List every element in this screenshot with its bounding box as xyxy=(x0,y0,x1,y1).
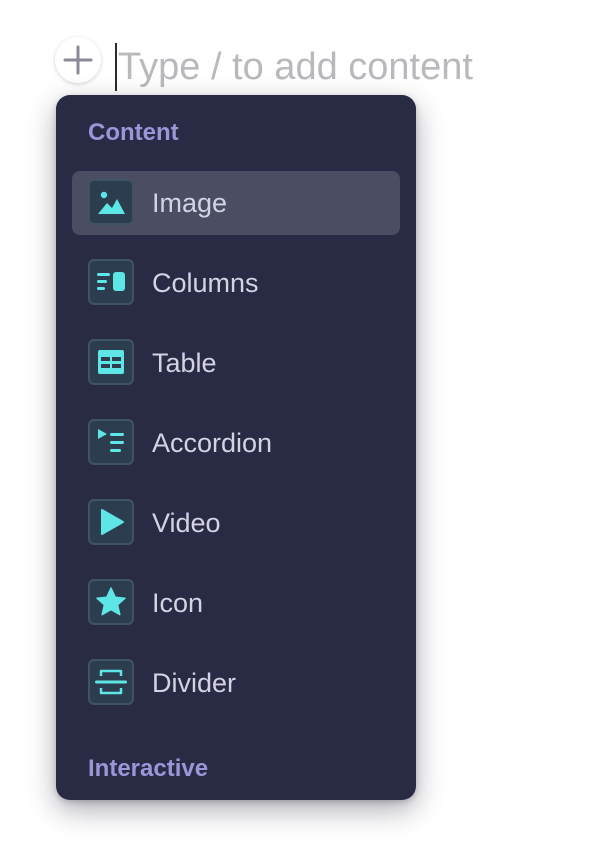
menu-item-label: Image xyxy=(152,188,228,218)
menu-item-label: Table xyxy=(152,348,217,378)
menu-item-icon[interactable]: Icon xyxy=(72,571,400,635)
add-block-button[interactable] xyxy=(55,37,101,83)
menu-item-table[interactable]: Table xyxy=(72,331,400,395)
content-input-placeholder[interactable]: Type / to add content xyxy=(118,42,473,92)
star-icon xyxy=(88,579,134,625)
columns-icon xyxy=(88,259,134,305)
plus-icon xyxy=(63,45,93,75)
accordion-icon xyxy=(88,419,134,465)
image-icon xyxy=(88,179,134,225)
menu-item-accordion[interactable]: Accordion xyxy=(72,411,400,475)
menu-item-label: Divider xyxy=(152,668,237,698)
table-icon xyxy=(88,339,134,385)
menu-item-label: Columns xyxy=(152,268,259,298)
menu-item-columns[interactable]: Columns xyxy=(72,251,400,315)
section-title-content: Content xyxy=(88,119,179,146)
menu-item-label: Icon xyxy=(152,588,204,618)
menu-item-image[interactable]: Image xyxy=(72,171,400,235)
section-title-interactive: Interactive xyxy=(88,755,209,782)
menu-item-divider[interactable]: Divider xyxy=(72,651,400,715)
text-caret xyxy=(115,43,117,91)
menu-item-label: Video xyxy=(152,508,221,538)
menu-item-video[interactable]: Video xyxy=(72,491,400,555)
video-icon xyxy=(88,499,134,545)
menu-item-label: Accordion xyxy=(152,428,273,458)
divider-icon xyxy=(88,659,134,705)
block-insert-menu: Content Image Columns Table Accordion Vi… xyxy=(56,95,416,800)
editor-line: Type / to add content xyxy=(0,0,614,100)
